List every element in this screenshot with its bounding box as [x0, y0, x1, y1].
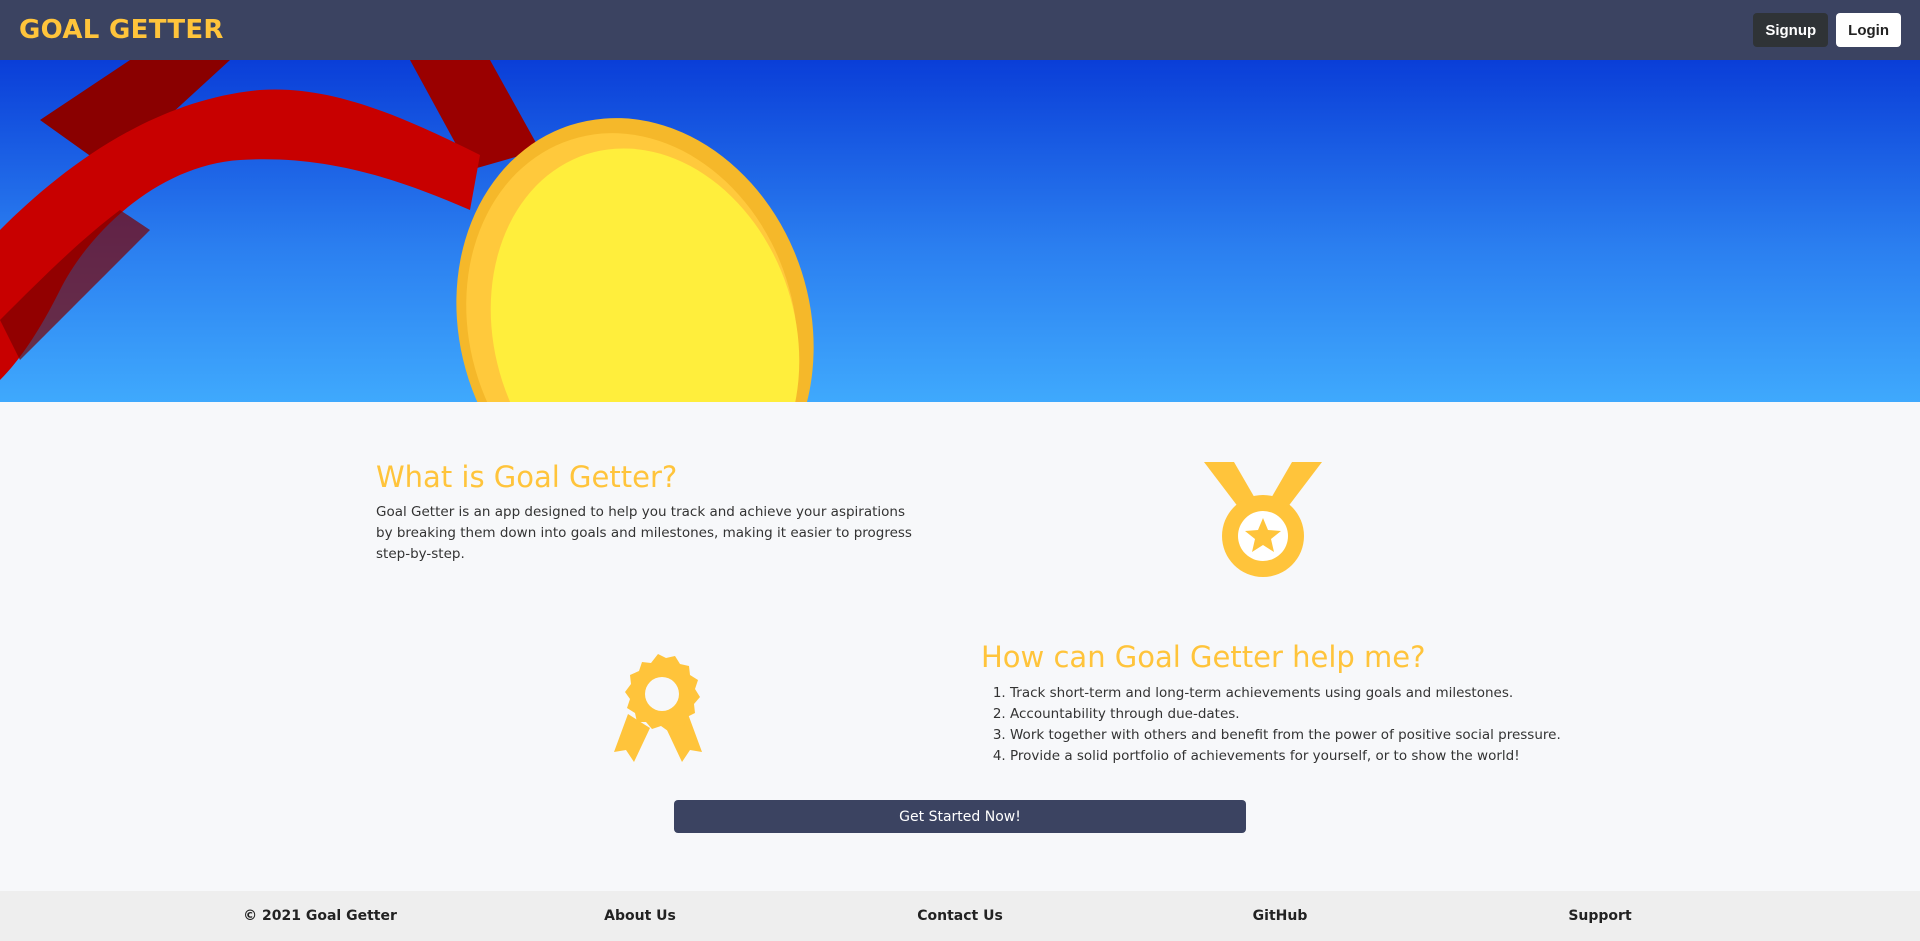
award-ribbon-icon: [614, 654, 702, 762]
footer-copyright: © 2021 Goal Getter: [243, 908, 397, 924]
help-title: How can Goal Getter help me?: [981, 640, 1426, 674]
footer-link-about[interactable]: About Us: [604, 908, 676, 924]
nav-actions: Signup Login: [1753, 13, 1901, 47]
brand-logo[interactable]: GOAL GETTER: [19, 15, 224, 45]
list-item: Track short-term and long-term achieveme…: [1010, 683, 1561, 704]
list-item: Provide a solid portfolio of achievement…: [1010, 746, 1561, 767]
login-button[interactable]: Login: [1836, 13, 1901, 47]
footer-link-support[interactable]: Support: [1568, 908, 1631, 924]
list-item: Accountability through due-dates.: [1010, 704, 1561, 725]
navbar: GOAL GETTER Signup Login: [0, 0, 1920, 60]
help-list: Track short-term and long-term achieveme…: [982, 683, 1561, 767]
footer-link-contact[interactable]: Contact Us: [917, 908, 1003, 924]
get-started-button[interactable]: Get Started Now!: [674, 800, 1246, 833]
signup-button[interactable]: Signup: [1753, 13, 1829, 47]
footer: © 2021 Goal Getter About Us Contact Us G…: [0, 891, 1920, 941]
list-item: Work together with others and benefit fr…: [1010, 725, 1561, 746]
hero-banner: [0, 60, 1920, 402]
about-text: Goal Getter is an app designed to help y…: [376, 504, 912, 562]
hero-medal-illustration: [0, 60, 814, 402]
about-title: What is Goal Getter?: [376, 460, 678, 494]
footer-link-github[interactable]: GitHub: [1253, 908, 1308, 924]
medal-icon: [1204, 462, 1322, 577]
